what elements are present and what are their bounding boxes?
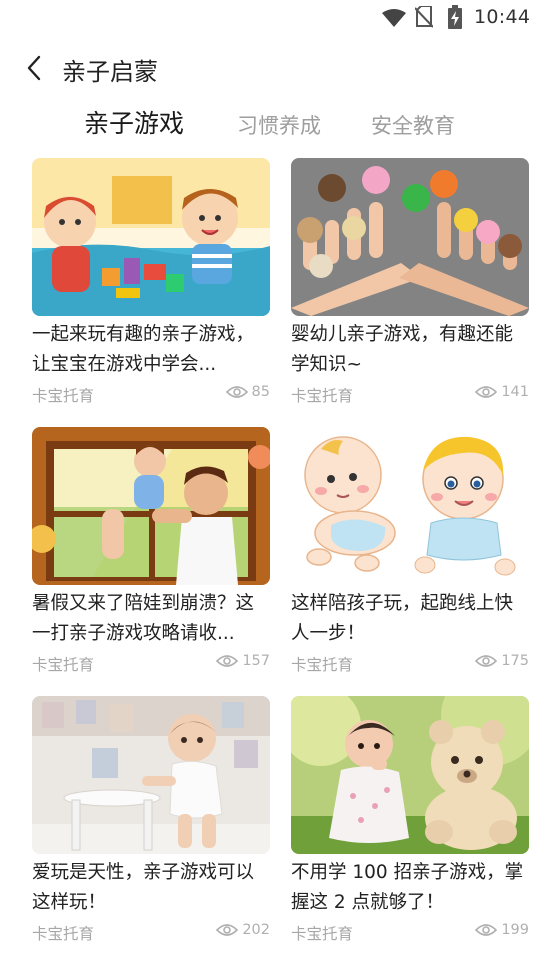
article-thumbnail — [291, 158, 529, 316]
eye-icon — [475, 924, 498, 936]
article-thumbnail — [32, 158, 270, 316]
status-time: 10:44 — [474, 6, 531, 28]
article-source: 卡宝托育 — [32, 656, 95, 674]
article-title: 不用学 100 招亲子游戏，掌握这 2 点就够了！ — [291, 862, 524, 913]
view-count: 141 — [475, 384, 529, 400]
view-count-value: 175 — [501, 653, 529, 669]
article-title: 一起来玩有趣的亲子游戏，让宝宝在游戏中学会... — [32, 324, 255, 375]
view-count: 157 — [216, 653, 270, 669]
article-title: 婴幼儿亲子游戏，有趣还能学知识~ — [291, 324, 514, 375]
view-count-value: 202 — [242, 922, 270, 938]
view-count: 202 — [216, 922, 270, 938]
eye-icon — [216, 924, 239, 936]
back-button[interactable] — [16, 50, 52, 86]
view-count: 175 — [475, 653, 529, 669]
no-sim-icon — [415, 6, 433, 28]
article-source: 卡宝托育 — [32, 925, 95, 943]
view-count-value: 141 — [501, 384, 529, 400]
status-bar: 10:44 — [0, 0, 540, 36]
article-title: 暑假又来了陪娃到崩溃？这一打亲子游戏攻略请收... — [32, 593, 255, 644]
article-source: 卡宝托育 — [32, 387, 95, 405]
tab-habit-building[interactable]: 习惯养成 — [237, 110, 321, 140]
eye-icon — [216, 655, 239, 667]
tab-parent-child-games[interactable]: 亲子游戏 — [84, 104, 184, 140]
article-card[interactable]: 婴幼儿亲子游戏，有趣还能学知识~ 卡宝托育 141 — [291, 158, 529, 418]
article-thumbnail — [291, 427, 529, 585]
article-thumbnail — [32, 427, 270, 585]
article-title: 这样陪孩子玩，起跑线上快人一步！ — [291, 593, 514, 644]
view-count-value: 157 — [242, 653, 270, 669]
article-thumbnail — [32, 696, 270, 854]
article-card[interactable]: 一起来玩有趣的亲子游戏，让宝宝在游戏中学会... 卡宝托育 85 — [32, 158, 270, 418]
wifi-icon — [382, 9, 406, 27]
view-count-value: 199 — [501, 922, 529, 938]
eye-icon — [475, 386, 498, 398]
article-source: 卡宝托育 — [291, 656, 354, 674]
view-count-value: 85 — [251, 384, 270, 400]
battery-charging-icon — [448, 5, 462, 29]
article-card[interactable]: 暑假又来了陪娃到崩溃？这一打亲子游戏攻略请收... 卡宝托育 157 — [32, 427, 270, 687]
category-tabs: 亲子游戏 习惯养成 安全教育 — [0, 102, 540, 146]
article-source: 卡宝托育 — [291, 925, 354, 943]
top-bar: 亲子启蒙 — [0, 44, 540, 94]
article-thumbnail — [291, 696, 529, 854]
article-card[interactable]: 这样陪孩子玩，起跑线上快人一步！ 卡宝托育 175 — [291, 427, 529, 687]
eye-icon — [475, 655, 498, 667]
view-count: 199 — [475, 922, 529, 938]
tab-safety-education[interactable]: 安全教育 — [371, 110, 455, 140]
view-count: 85 — [225, 384, 270, 400]
article-title: 爱玩是天性，亲子游戏可以这样玩！ — [32, 862, 255, 913]
chevron-left-icon — [27, 55, 41, 81]
article-source: 卡宝托育 — [291, 387, 354, 405]
page-title: 亲子启蒙 — [62, 58, 158, 86]
article-card[interactable]: 不用学 100 招亲子游戏，掌握这 2 点就够了！ 卡宝托育 199 — [291, 696, 529, 956]
article-card[interactable]: 爱玩是天性，亲子游戏可以这样玩！ 卡宝托育 202 — [32, 696, 270, 956]
eye-icon — [225, 386, 248, 398]
